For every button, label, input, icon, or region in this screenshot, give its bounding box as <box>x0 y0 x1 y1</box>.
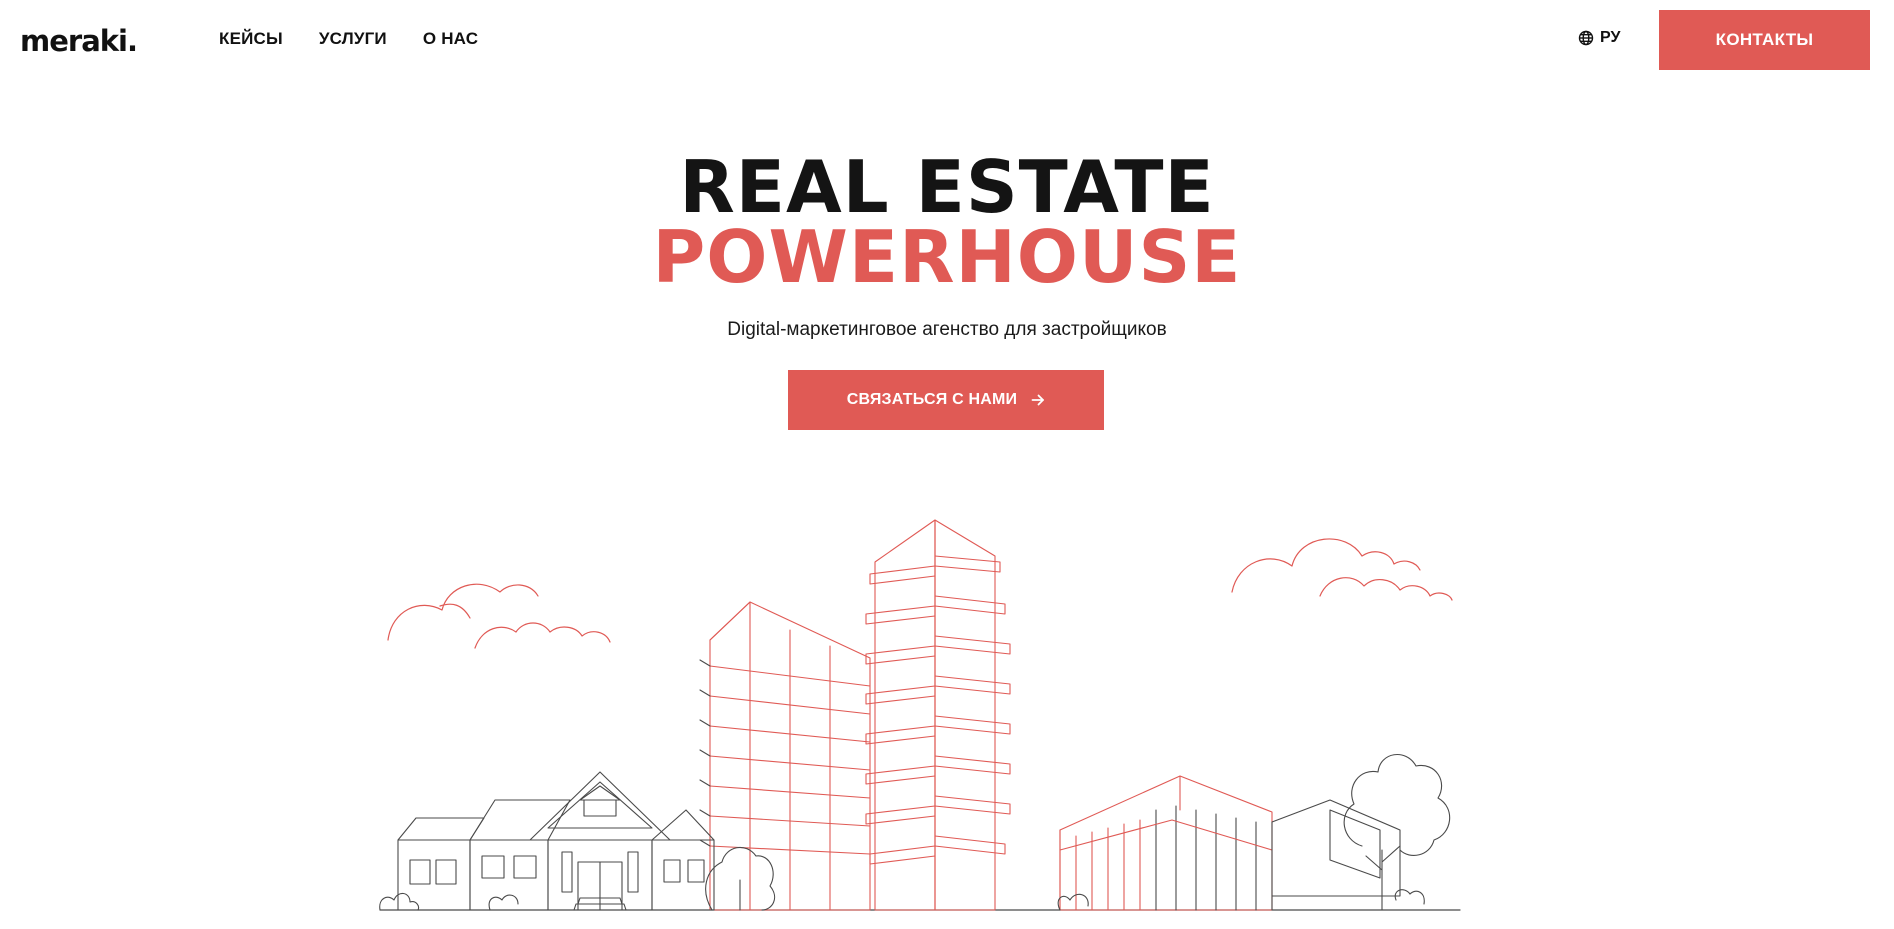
cloud-right <box>1231 538 1453 601</box>
house-illustration <box>397 771 715 911</box>
main-nav: КЕЙСЫ УСЛУГИ О НАС <box>219 29 478 49</box>
nav-item-about[interactable]: О НАС <box>423 29 478 49</box>
hero-title-line2: POWERHOUSE <box>652 215 1242 299</box>
modern-building <box>1059 775 1401 911</box>
mid-rise-building <box>699 601 871 911</box>
language-label: РУ <box>1600 29 1621 46</box>
contacts-button[interactable]: КОНТАКТЫ <box>1659 10 1870 70</box>
page: meraki. КЕЙСЫ УСЛУГИ О НАС РУ КОНТАКТЫ R… <box>0 0 1894 929</box>
hero-title: REAL ESTATE POWERHOUSE <box>0 145 1894 299</box>
nav-item-services[interactable]: УСЛУГИ <box>319 29 387 49</box>
tree-left <box>379 846 776 911</box>
hero-subtitle: Digital-маркетинговое агенство для застр… <box>727 319 1167 340</box>
tall-tower <box>865 519 1011 911</box>
hero-title-line1: REAL ESTATE <box>679 145 1215 229</box>
logo[interactable]: meraki. <box>20 24 138 58</box>
arrow-right-icon <box>1031 394 1045 406</box>
language-switcher[interactable]: РУ <box>1578 29 1620 47</box>
contact-us-label: СВЯЗАТЬСЯ С НАМИ <box>846 391 1018 408</box>
contact-us-button[interactable]: СВЯЗАТЬСЯ С НАМИ <box>788 370 1104 430</box>
cloud-left <box>387 583 611 649</box>
tree-right <box>1057 753 1451 911</box>
nav-item-cases[interactable]: КЕЙСЫ <box>219 29 283 49</box>
site-header: meraki. КЕЙСЫ УСЛУГИ О НАС РУ КОНТАКТЫ <box>0 0 1894 80</box>
globe-icon <box>1578 30 1594 46</box>
city-illustration <box>379 519 1461 911</box>
